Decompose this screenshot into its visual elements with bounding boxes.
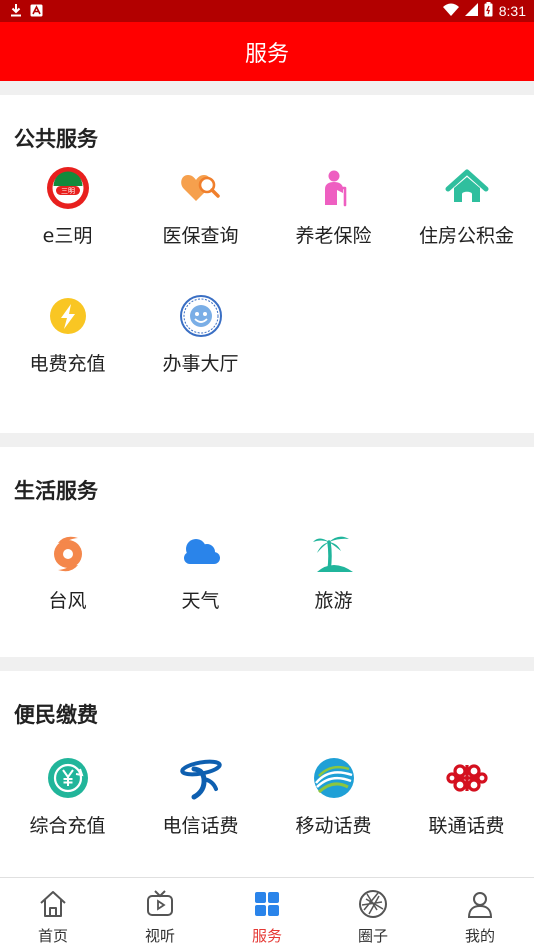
bottom-nav: 首页 视听 服务 圈子 我的 (0, 877, 534, 950)
e-sanming-badge-text: 三明 (61, 187, 75, 195)
tv-icon (143, 887, 177, 921)
tile-pension[interactable]: 养老保险 (267, 165, 400, 248)
nav-item-home[interactable]: 首页 (0, 878, 106, 950)
tile-housing-fund[interactable]: 住房公积金 (400, 165, 533, 248)
elderly-pension-icon (311, 165, 357, 211)
nav-label: 视听 (144, 927, 175, 945)
nav-item-service[interactable]: 服务 (214, 878, 320, 950)
china-telecom-icon (178, 755, 224, 801)
grid-icon (250, 887, 284, 921)
page-title: 服务 (244, 41, 289, 67)
palm-tree-icon (311, 530, 357, 576)
signal-icon (464, 3, 478, 19)
section-title: 生活服务 (14, 479, 98, 503)
tile-label: 台风 (48, 590, 87, 612)
nav-label: 我的 (464, 927, 495, 945)
section-life-services: 生活服务 台风 天气 旅游 (0, 447, 534, 657)
lightning-icon (45, 293, 91, 339)
tile-typhoon[interactable]: 台风 (1, 530, 134, 613)
tile-label: 旅游 (314, 590, 353, 612)
notification-a-icon (30, 4, 43, 20)
user-icon (463, 887, 497, 921)
battery-icon (484, 2, 493, 20)
section-title: 便民缴费 (14, 703, 98, 727)
nav-item-profile[interactable]: 我的 (427, 878, 533, 950)
tile-label: e三明 (42, 225, 93, 247)
tile-electricity[interactable]: 电费充值 (1, 293, 134, 376)
tile-e-sanming[interactable]: 三明 e三明 (1, 165, 134, 248)
tile-label: 综合充值 (29, 815, 106, 837)
section-public-services: 公共服务 三明 e三明 医保查询 养老保险 住房公积金 电费充值 办事大厅 (0, 95, 534, 433)
nav-label: 服务 (251, 927, 282, 945)
e-sanming-logo-icon: 三明 (45, 165, 91, 211)
tile-label: 移动话费 (295, 815, 372, 837)
tile-label: 天气 (181, 590, 220, 612)
download-icon (10, 3, 22, 20)
tile-mobile[interactable]: 移动话费 (267, 755, 400, 838)
nav-label: 首页 (37, 927, 68, 945)
tile-telecom[interactable]: 电信话费 (134, 755, 267, 838)
section-title: 公共服务 (14, 127, 98, 151)
status-time: 8:31 (498, 3, 526, 19)
china-unicom-icon (444, 755, 490, 801)
tile-label: 联通话费 (428, 815, 505, 837)
nav-item-video[interactable]: 视听 (107, 878, 213, 950)
tile-label: 住房公积金 (418, 225, 514, 247)
wifi-icon (442, 3, 459, 19)
tile-unicom[interactable]: 联通话费 (400, 755, 533, 838)
nav-item-circle[interactable]: 圈子 (320, 878, 426, 950)
tile-medical-insurance[interactable]: 医保查询 (134, 165, 267, 248)
yuan-recharge-icon (45, 755, 91, 801)
tile-label: 电费充值 (29, 353, 106, 375)
china-mobile-icon (311, 755, 357, 801)
tile-service-hall[interactable]: 办事大厅 (134, 293, 267, 376)
tile-label: 电信话费 (162, 815, 239, 837)
tile-label: 养老保险 (295, 225, 372, 247)
status-bar: 8:31 (0, 0, 534, 22)
aperture-icon (356, 887, 390, 921)
tile-general-recharge[interactable]: 综合充值 (1, 755, 134, 838)
tile-travel[interactable]: 旅游 (267, 530, 400, 613)
nav-label: 圈子 (357, 927, 388, 945)
app-header: 服务 (0, 22, 534, 81)
medical-insurance-search-icon (178, 165, 224, 211)
tile-weather[interactable]: 天气 (134, 530, 267, 613)
service-hall-seal-icon (178, 293, 224, 339)
tile-label: 医保查询 (162, 225, 239, 247)
weather-cloud-icon (178, 530, 224, 576)
section-convenience-payment: 便民缴费 综合充值 电信话费 移动话费 联通话费 (0, 671, 534, 877)
home-icon (36, 887, 70, 921)
tile-label: 办事大厅 (162, 353, 239, 375)
house-fund-icon (444, 165, 490, 211)
typhoon-icon (45, 530, 91, 576)
